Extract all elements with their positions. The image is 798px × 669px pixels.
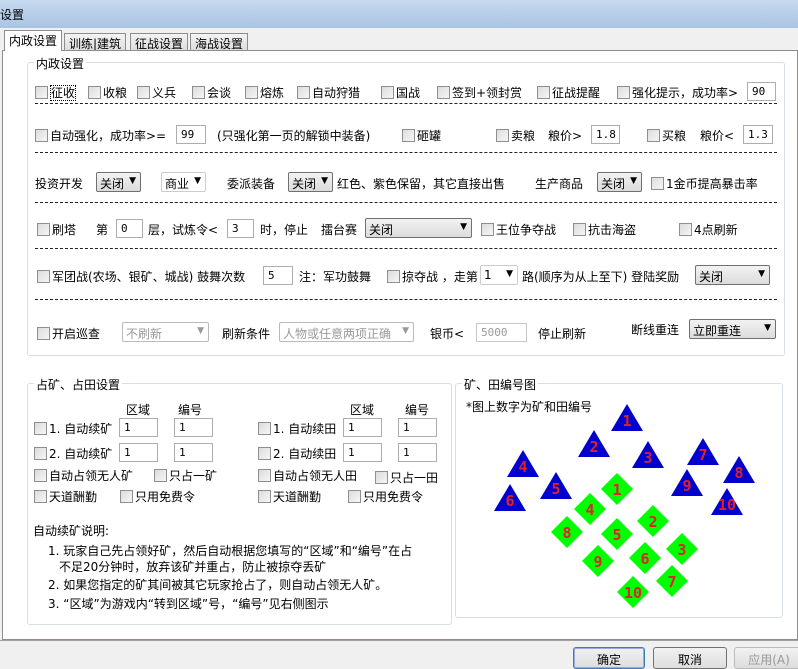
map-number: 1 <box>612 481 621 499</box>
map-number: 8 <box>562 524 571 542</box>
map-number: 3 <box>677 541 686 559</box>
map-number: 1 <box>622 412 631 430</box>
map-number: 7 <box>667 573 676 591</box>
map-number: 5 <box>551 480 560 498</box>
map-number: 5 <box>612 526 621 544</box>
map-number: 4 <box>585 501 594 519</box>
map-number: 2 <box>589 438 598 456</box>
map-number: 3 <box>643 449 652 467</box>
map-number: 4 <box>518 458 527 476</box>
mine-field-map: 1234567891012345678910 <box>494 404 755 608</box>
map-number: 6 <box>640 550 649 568</box>
map-number: 2 <box>648 513 657 531</box>
tab-interior[interactable]: 内政设置 <box>4 30 63 51</box>
map-number: 6 <box>505 492 514 510</box>
map-number: 8 <box>734 464 743 482</box>
map-number: 9 <box>593 553 602 571</box>
map-number: 9 <box>682 477 691 495</box>
map-number: 10 <box>624 584 642 602</box>
map-number: 10 <box>718 496 736 514</box>
map-number: 7 <box>698 446 707 464</box>
footer-divider <box>0 640 798 641</box>
